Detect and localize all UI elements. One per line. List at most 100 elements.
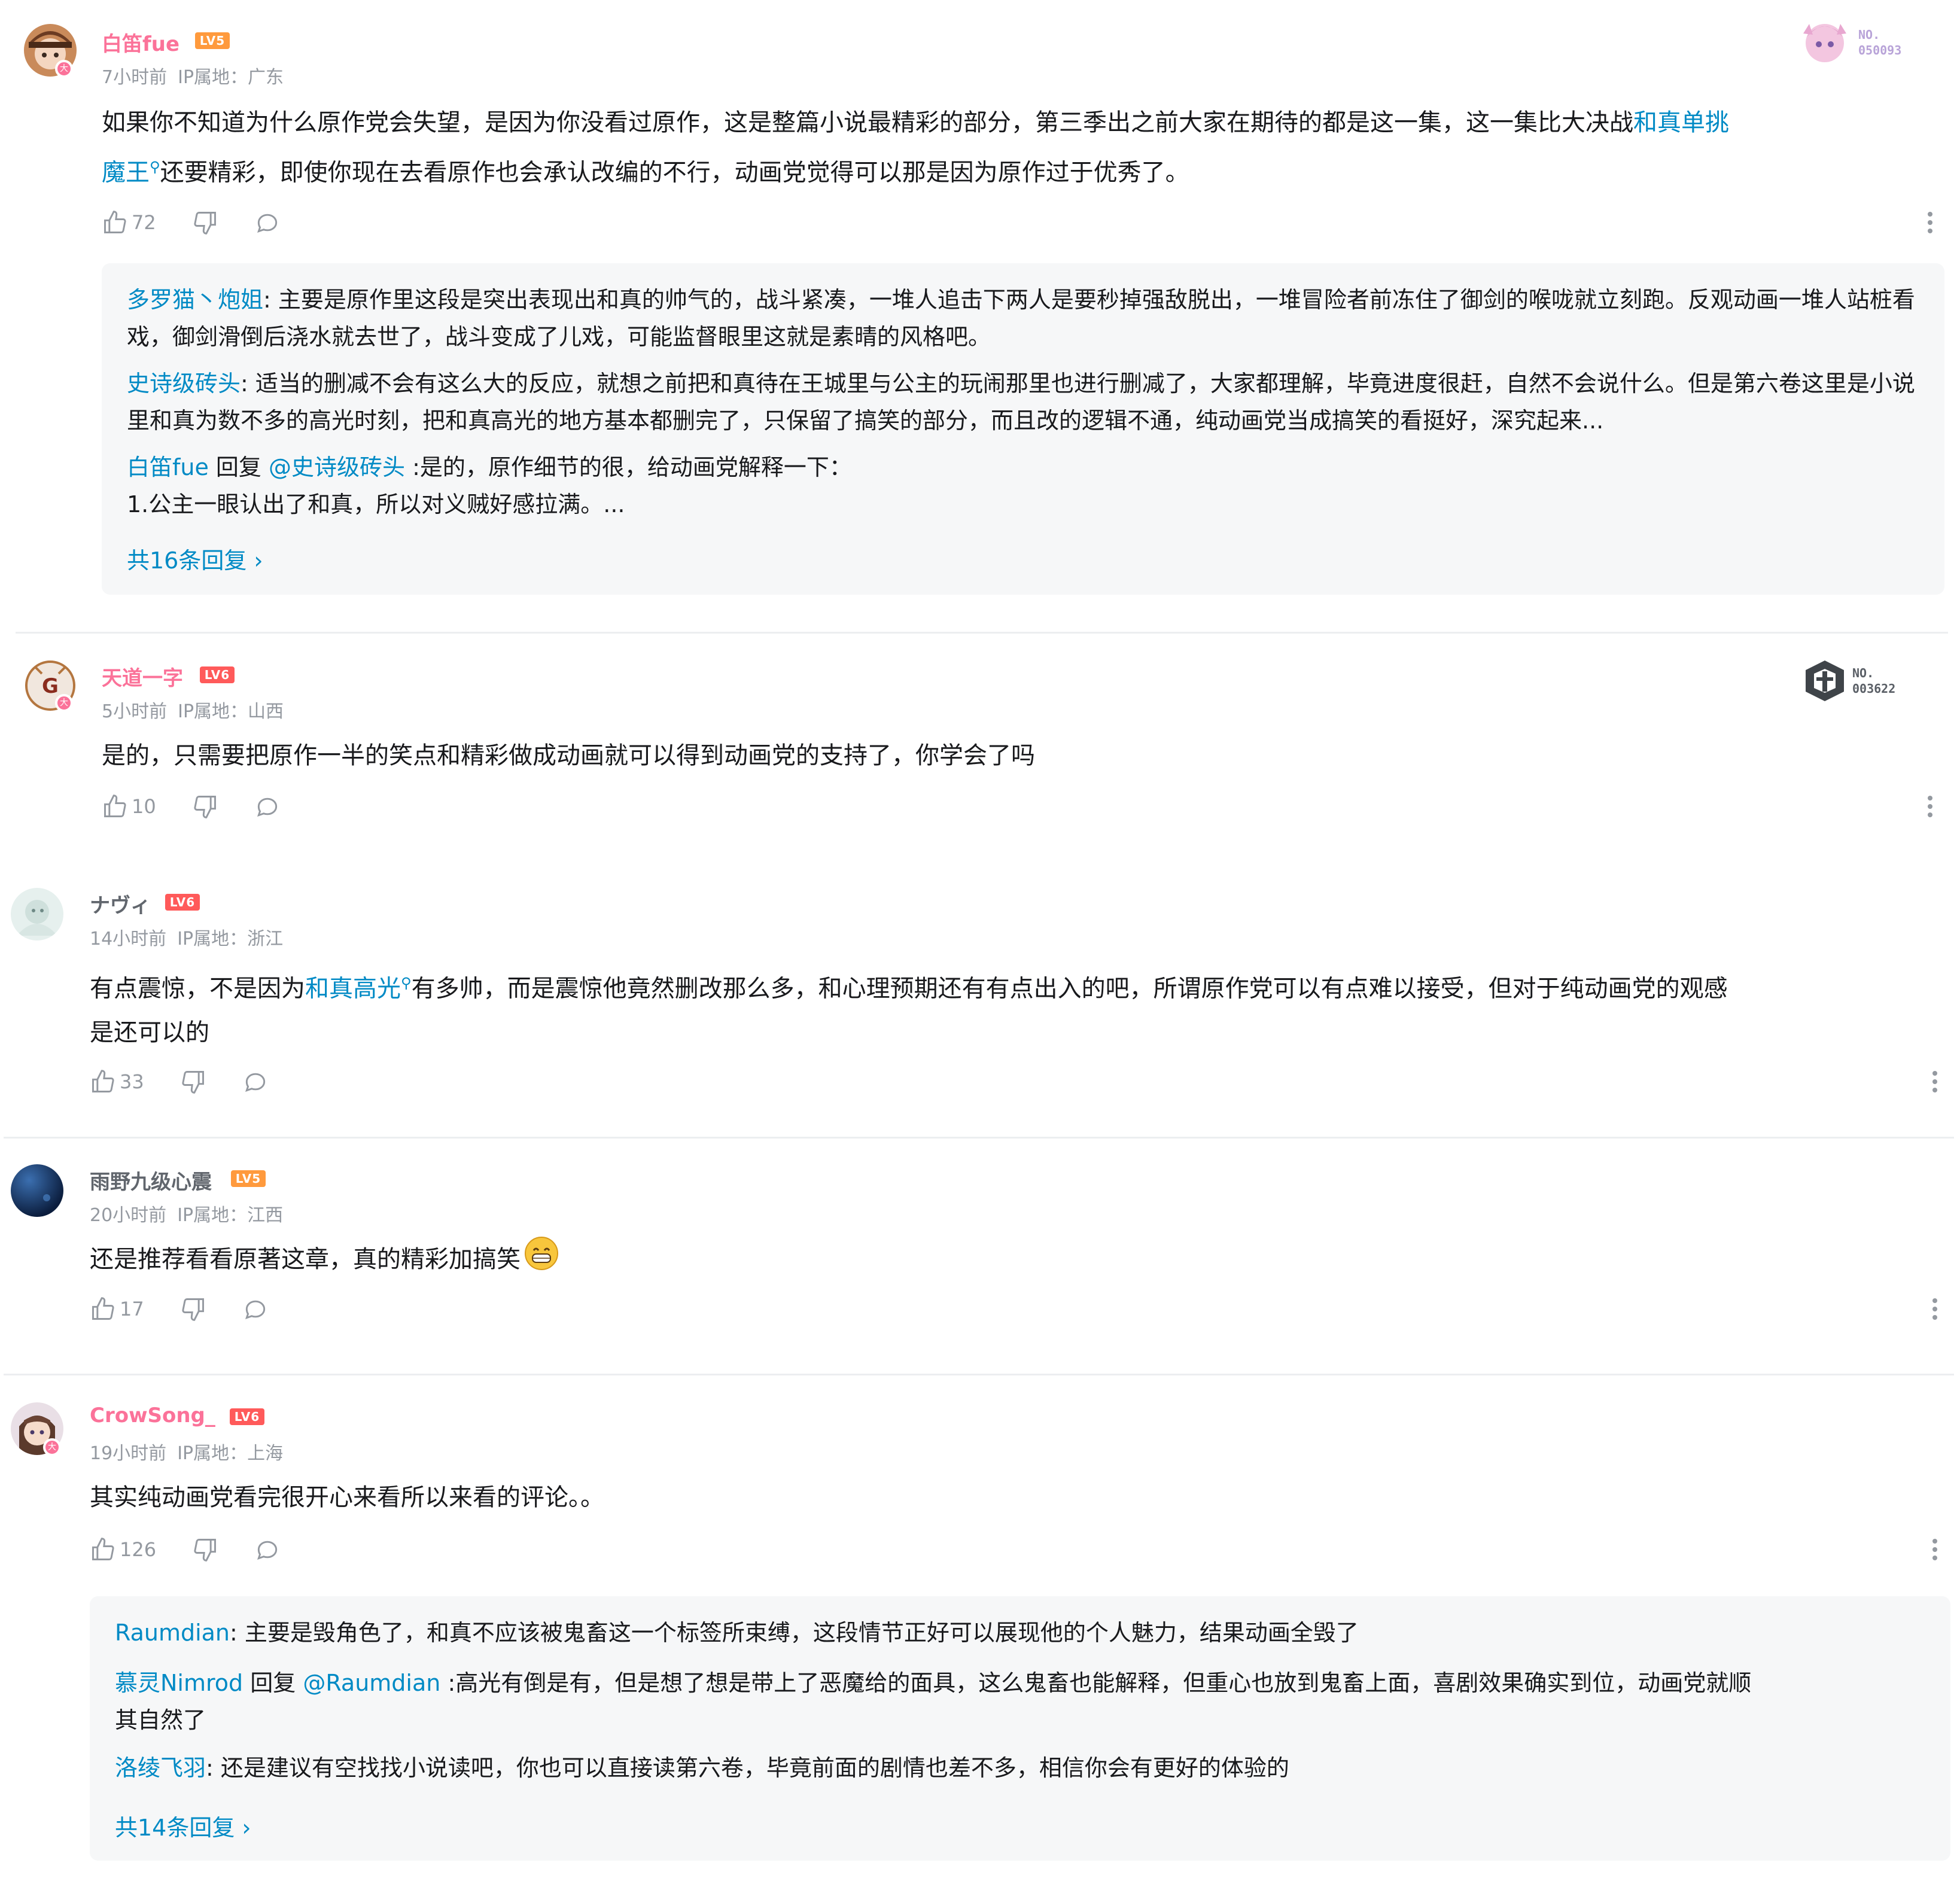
dislike-button[interactable] — [192, 793, 218, 820]
username[interactable]: 白笛fue — [102, 28, 179, 57]
reply-username[interactable]: 慕灵Nimrod — [115, 1670, 243, 1696]
more-options-icon[interactable] — [1926, 208, 1934, 237]
thumbs-down-icon — [194, 796, 216, 818]
comment-content: 如果你不知道为什么原作党会失望，是因为你没看过原作，这是整篇小说最精彩的部分，第… — [102, 101, 1932, 194]
like-count: 33 — [120, 1070, 144, 1093]
dislike-button[interactable] — [192, 209, 218, 236]
like-button[interactable]: 126 — [90, 1536, 156, 1563]
comment-content: 还是推荐看看原著这章，真的精彩加搞笑 — [90, 1236, 1944, 1285]
search-link[interactable]: 和真单挑 — [1633, 109, 1729, 136]
reply-username[interactable]: 白笛fue — [127, 454, 209, 480]
reply-text: : 适当的删减不会有这么大的反应，就想之前把和真待在王城里与公主的玩闹那里也进行… — [127, 370, 1915, 434]
comment-bubble-icon — [245, 1300, 265, 1320]
fan-badge-no-value: 003622 — [1852, 681, 1896, 696]
reply-text: : 还是建议有空找找小说读吧，你也可以直接读第六卷，毕竟前面的剧情也差不多，相信… — [206, 1755, 1289, 1781]
reply-button[interactable] — [254, 793, 281, 820]
dislike-button[interactable] — [180, 1069, 206, 1095]
comment-meta: 14小时前 IP属地：浙江 — [90, 924, 283, 950]
fan-badge-no-label: NO. — [1858, 28, 1880, 42]
like-button[interactable]: 10 — [102, 793, 156, 820]
view-all-replies-link[interactable]: 共14条回复 › — [115, 1809, 251, 1842]
username[interactable]: CrowSong_ — [90, 1404, 215, 1428]
more-options-icon[interactable] — [1931, 1535, 1938, 1564]
comment-actions: 126 — [90, 1536, 316, 1563]
reply-button[interactable] — [242, 1069, 269, 1095]
reply-username[interactable]: Raumdian — [115, 1620, 230, 1646]
comment-time: 5小时前 — [102, 701, 168, 722]
comment-content: 是的，只需要把原作一半的笑点和精彩做成动画就可以得到动画党的支持了，你学会了吗 — [102, 742, 1035, 769]
reply-text: 其自然了 — [115, 1707, 206, 1733]
ip-location: IP属地：浙江 — [177, 929, 284, 949]
like-count: 72 — [132, 211, 156, 234]
username[interactable]: ナヴィ — [90, 889, 151, 918]
sub-reply: 白笛fue 回复 @史诗级砖头 :是的，原作细节的很，给动画党解释一下： 1.公主… — [127, 449, 1922, 523]
avatar[interactable] — [11, 888, 63, 940]
comment-meta: 19小时前 IP属地：上海 — [90, 1438, 283, 1465]
thumbs-up-icon — [92, 1297, 114, 1320]
more-options-icon[interactable] — [1926, 792, 1934, 821]
comment-time: 20小时前 — [90, 1205, 167, 1226]
divider — [4, 1374, 1954, 1375]
fan-badge[interactable]: NO. 003622 — [1801, 657, 1895, 705]
level-badge: LV6 — [230, 1408, 264, 1425]
comment-text: 有多帅，而是震惊他竟然删改那么多，和心理预期还有有点出入的吧，所谓原作党可以有点… — [411, 975, 1728, 1003]
fan-badge-image — [1801, 657, 1849, 705]
fan-badge-image — [1795, 16, 1855, 69]
dislike-button[interactable] — [180, 1296, 206, 1322]
username[interactable]: 雨野九级心震 — [90, 1165, 212, 1195]
reply-text: : 主要是原作里这段是突出表现出和真的帅气的，战斗紧凑，一堆人追击下两人是要秒掉… — [127, 287, 1915, 350]
like-count: 10 — [132, 795, 156, 818]
reply-box: 多罗猫丶炮姐: 主要是原作里这段是突出表现出和真的帅气的，战斗紧凑，一堆人追击下… — [102, 263, 1944, 595]
search-link[interactable]: 魔王 — [102, 159, 150, 186]
sub-reply: 洛绫飞羽: 还是建议有空找找小说读吧，你也可以直接读第六卷，毕竟前面的剧情也差不… — [115, 1749, 1934, 1786]
fan-badge-no-value: 050093 — [1858, 43, 1902, 57]
sub-reply: 慕灵Nimrod 回复 @Raumdian :高光有倒是有，但是想了想是带上了恶… — [115, 1664, 1934, 1739]
grin-emoji-icon — [524, 1236, 559, 1285]
ip-location: IP属地：上海 — [177, 1443, 284, 1464]
search-icon[interactable]: ⚲ — [401, 975, 412, 991]
reply-button[interactable] — [254, 1536, 281, 1563]
view-all-replies-link[interactable]: 共16条回复 › — [127, 542, 263, 575]
thumbs-up-icon — [104, 795, 126, 817]
reply-mention[interactable]: @史诗级砖头 — [269, 454, 405, 480]
reply-text: : 主要是毁角色了，和真不应该被鬼畜这一个标签所束缚，这段情节正好可以展现他的个… — [230, 1620, 1359, 1646]
divider — [16, 632, 1948, 634]
like-button[interactable]: 33 — [90, 1069, 144, 1095]
thumbs-up-icon — [104, 211, 126, 233]
comment-time: 14小时前 — [90, 929, 167, 949]
svg-text:G: G — [42, 674, 59, 698]
reply-button[interactable] — [242, 1296, 269, 1322]
reply-box: Raumdian: 主要是毁角色了，和真不应该被鬼畜这一个标签所束缚，这段情节正… — [90, 1596, 1950, 1861]
reply-username[interactable]: 洛绫飞羽 — [115, 1755, 206, 1781]
dislike-button[interactable] — [192, 1536, 218, 1563]
vip-badge-icon: 大 — [55, 60, 73, 78]
comment-item: ナヴィ LV6 14小时前 IP属地：浙江 有点震惊，不是因为和真高光⚲有多帅，而… — [0, 862, 1960, 1137]
comment-bubble-icon — [257, 1541, 278, 1560]
reply-username[interactable]: 史诗级砖头 — [127, 370, 241, 397]
comment-text: 还要精彩，即使你现在去看原作也会承认改编的不行，动画党觉得可以那是因为原作过于优… — [160, 159, 1189, 187]
like-count: 17 — [120, 1298, 144, 1320]
like-button[interactable]: 17 — [90, 1296, 144, 1322]
ip-location: IP属地：广东 — [178, 67, 284, 88]
comment-bubble-icon — [257, 798, 277, 817]
fan-badge-number: NO. 003622 — [1852, 665, 1895, 696]
vip-badge-icon: 大 — [43, 1438, 61, 1456]
thumbs-down-icon — [194, 1539, 217, 1562]
avatar[interactable] — [11, 1164, 63, 1217]
reply-mention[interactable]: @Raumdian — [303, 1670, 440, 1696]
reply-button[interactable] — [254, 209, 281, 236]
username[interactable]: 天道一字 — [102, 662, 183, 691]
thumbs-down-icon — [182, 1071, 204, 1094]
search-icon[interactable]: ⚲ — [150, 159, 160, 175]
fan-badge-no-label: NO. — [1852, 666, 1874, 680]
reply-username[interactable]: 多罗猫丶炮姐 — [127, 287, 263, 313]
reply-text: :是的，原作细节的很，给动画党解释一下： — [405, 454, 852, 480]
more-options-icon[interactable] — [1931, 1067, 1938, 1096]
like-button[interactable]: 72 — [102, 209, 156, 236]
more-options-icon[interactable] — [1931, 1295, 1938, 1323]
comment-bubble-icon — [257, 214, 277, 233]
search-link[interactable]: 和真高光 — [305, 975, 401, 1002]
comment-meta: 5小时前 IP属地：山西 — [102, 696, 284, 723]
fan-badge[interactable]: NO. 050093 — [1795, 16, 1901, 69]
divider — [4, 1137, 1954, 1139]
